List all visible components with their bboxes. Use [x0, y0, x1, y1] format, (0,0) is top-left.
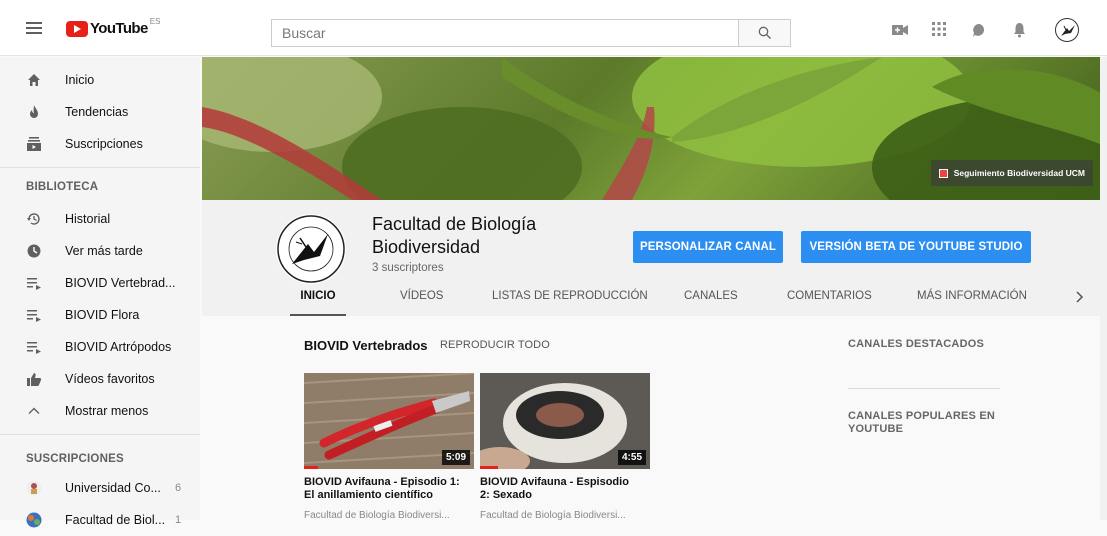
channel-banner: Seguimiento Biodiversidad UCM: [202, 57, 1107, 200]
search-button[interactable]: [738, 20, 790, 46]
tab-comentarios[interactable]: COMENTARIOS: [787, 286, 872, 316]
video-title[interactable]: BIOVID Avifauna - Episodio 1: El anillam…: [304, 476, 464, 502]
subscriptions-icon: [27, 137, 41, 151]
channel-logo-icon: [277, 215, 345, 283]
playlist-icon: [27, 278, 41, 290]
sidebar-subscription-universidad[interactable]: Universidad Co... 6: [0, 472, 200, 504]
sidebar-item-playlist-flora[interactable]: BIOVID Flora: [0, 299, 200, 331]
thumbs-up-icon: [27, 373, 41, 386]
watch-progress-bar: [304, 466, 318, 469]
channel-name: Facultad de Biología Biodiversidad: [372, 214, 537, 257]
sidebar-item-playlist-artropodos[interactable]: BIOVID Artrópodos: [0, 331, 200, 363]
sidebar-divider: [0, 167, 200, 168]
sidebar: Inicio Tendencias Suscripciones BIBLIOTE…: [0, 57, 200, 528]
sidebar-item-playlist-vertebrados[interactable]: BIOVID Vertebrad...: [0, 267, 200, 299]
search-bar: [271, 19, 791, 47]
shelf-title[interactable]: BIOVID Vertebrados: [304, 338, 428, 353]
customize-channel-button[interactable]: PERSONALIZAR CANAL: [633, 231, 783, 263]
sidebar-item-label: BIOVID Artrópodos: [65, 340, 172, 354]
bird-logo-icon: [1061, 25, 1075, 36]
home-icon: [28, 74, 40, 86]
scrollbar[interactable]: [1100, 57, 1107, 520]
tab-inicio[interactable]: INICIO: [290, 286, 346, 316]
upload-video-icon[interactable]: [892, 24, 908, 36]
sidebar-item-label: Historial: [65, 212, 111, 226]
channel-header: Facultad de Biología Biodiversidad 3 sus…: [202, 200, 1107, 316]
sidebar-subscription-facultad[interactable]: Facultad de Biol... 1: [0, 504, 200, 536]
video-channel-name[interactable]: Facultad de Biología Biodiversi...: [480, 510, 640, 521]
fire-icon: [30, 105, 38, 118]
sidebar-item-mostrar-menos[interactable]: Mostrar menos: [0, 395, 200, 427]
site-favicon-icon: [938, 168, 948, 178]
video-duration: 4:55: [617, 450, 646, 465]
sidebar-item-label: BIOVID Flora: [65, 308, 140, 322]
tab-canales[interactable]: CANALES: [684, 286, 738, 316]
sidebar-item-videos-favoritos[interactable]: Vídeos favoritos: [0, 363, 200, 395]
sidebar-item-label: Inicio: [65, 73, 95, 87]
history-icon: [27, 213, 40, 225]
channel-avatar-icon: [26, 480, 42, 496]
search-input[interactable]: [272, 20, 738, 46]
notifications-bell-icon[interactable]: [1013, 22, 1026, 38]
tab-listas[interactable]: LISTAS DE REPRODUCCIÓN: [492, 286, 648, 316]
clock-icon: [27, 244, 41, 258]
sidebar-item-suscripciones[interactable]: Suscripciones: [0, 128, 200, 160]
country-code: ES: [149, 17, 161, 26]
video-duration: 5:09: [441, 450, 470, 465]
banner-link-button[interactable]: Seguimiento Biodiversidad UCM: [930, 160, 1093, 186]
logo-text: YouTube: [90, 20, 148, 37]
sidebar-item-tendencias[interactable]: Tendencias: [0, 96, 200, 128]
new-videos-count: 6: [175, 482, 182, 494]
watch-progress-bar: [480, 466, 498, 469]
playlist-icon: [27, 342, 41, 354]
menu-icon[interactable]: [26, 22, 42, 34]
playlist-icon: [27, 310, 41, 322]
video-thumbnail[interactable]: 5:09: [304, 373, 474, 469]
top-bar: YouTube ES: [0, 0, 1107, 56]
account-avatar[interactable]: [1055, 18, 1079, 42]
subscriptions-heading: SUSCRIPCIONES: [26, 453, 124, 465]
sidebar-item-label: Universidad Co...: [65, 481, 161, 495]
channel-content: BIOVID Vertebrados REPRODUCIR TODO 5:09 …: [202, 318, 1107, 521]
apps-grid-icon[interactable]: [932, 22, 946, 36]
chevron-right-icon[interactable]: [1072, 289, 1086, 305]
youtube-play-icon: [66, 20, 88, 37]
sidebar-item-label: Vídeos favoritos: [65, 372, 155, 386]
sidebar-item-label: Suscripciones: [65, 137, 143, 151]
messages-icon[interactable]: [972, 23, 987, 38]
studio-beta-button[interactable]: VERSIÓN BETA DE YOUTUBE STUDIO: [801, 231, 1031, 263]
channel-avatar[interactable]: [276, 214, 346, 284]
sidebar-divider: [0, 434, 200, 435]
featured-channels-heading: CANALES DESTACADOS: [848, 338, 985, 350]
sidebar-item-historial[interactable]: Historial: [0, 203, 200, 235]
play-all-button[interactable]: REPRODUCIR TODO: [440, 339, 550, 351]
sidebar-item-label: Tendencias: [65, 105, 129, 119]
sidebar-item-label: BIOVID Vertebrad...: [65, 276, 176, 290]
tab-mas-informacion[interactable]: MÁS INFORMACIÓN: [917, 286, 1027, 316]
banner-link-label: Seguimiento Biodiversidad UCM: [953, 168, 1085, 178]
video-thumbnail[interactable]: 4:55: [480, 373, 650, 469]
channel-avatar-icon: [26, 512, 42, 528]
new-videos-count: 1: [175, 514, 182, 526]
popular-channels-heading: CANALES POPULARES EN YOUTUBE: [848, 410, 996, 435]
video-channel-name[interactable]: Facultad de Biología Biodiversi...: [304, 510, 464, 521]
sidebar-item-inicio[interactable]: Inicio: [0, 64, 200, 96]
search-icon: [758, 26, 771, 39]
sidebar-item-label: Facultad de Biol...: [65, 513, 166, 527]
subscriber-count: 3 suscriptores: [372, 262, 444, 274]
video-title[interactable]: BIOVID Avifauna - Espisodio 2: Sexado: [480, 476, 640, 502]
side-divider: [848, 388, 1000, 389]
sidebar-item-label: Mostrar menos: [65, 404, 149, 418]
sidebar-item-ver-mas-tarde[interactable]: Ver más tarde: [0, 235, 200, 267]
tab-videos[interactable]: VÍDEOS: [400, 286, 443, 316]
youtube-logo[interactable]: YouTube ES: [66, 17, 161, 37]
chevron-up-icon: [28, 407, 40, 414]
library-heading: BIBLIOTECA: [26, 181, 99, 193]
sidebar-item-label: Ver más tarde: [65, 244, 143, 258]
